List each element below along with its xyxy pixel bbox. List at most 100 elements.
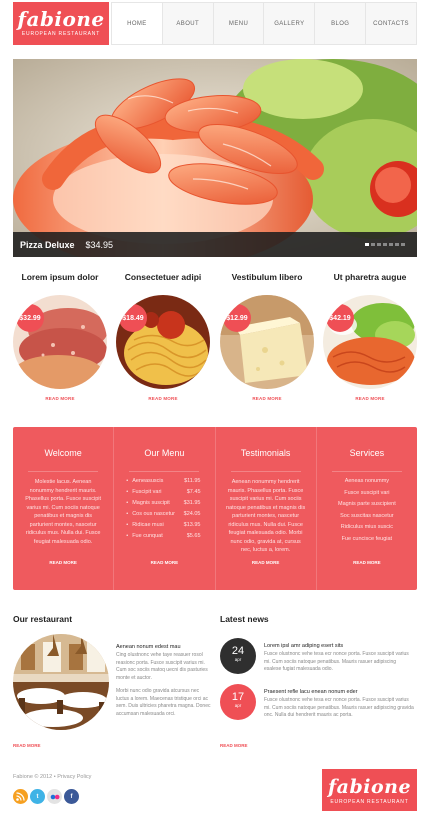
- nav-gallery[interactable]: GALLERY: [263, 3, 314, 44]
- restaurant-read-more[interactable]: READ MORE: [13, 743, 41, 748]
- service-item[interactable]: Ridiculus mius suscic: [317, 522, 417, 534]
- testimonials-heading: Testimonials: [240, 448, 291, 458]
- menu-item-name: Fuscipit vari: [132, 489, 162, 495]
- restaurant-lead: Aenean nonum edest mau: [116, 644, 181, 650]
- read-more-link[interactable]: READ MORE: [216, 560, 316, 565]
- menu-item[interactable]: • Cos ous nascetur $24.05: [126, 509, 200, 520]
- news-headline[interactable]: Praesent refle lacu enean nonum eder: [264, 689, 414, 696]
- slider-dot[interactable]: [401, 243, 405, 246]
- social-links: t f: [13, 789, 79, 804]
- service-item[interactable]: Soc suscitas nascetur: [317, 511, 417, 523]
- nav-about[interactable]: ABOUT: [161, 3, 213, 44]
- news-read-more[interactable]: READ MORE: [220, 743, 248, 748]
- menu-item-price: $11.95: [184, 478, 201, 484]
- menu-item[interactable]: • Fue cunquat $5.65: [126, 531, 200, 542]
- dish-title: Lorem ipsum dolor: [21, 272, 99, 282]
- menu-item[interactable]: • Fuscipit vari $7.45: [126, 487, 200, 498]
- menu-item-price: $13.95: [183, 522, 201, 528]
- flickr-icon[interactable]: [47, 789, 62, 804]
- news-item: Lorem ipsl amr adiping esert sits Fusce …: [264, 643, 414, 674]
- menu-column: Our Menu • Aeneasuscis $11.95 • Fuscipit va…: [113, 427, 214, 590]
- read-more-link[interactable]: READ MORE: [317, 560, 417, 565]
- menu-item[interactable]: • Aeneasuscis $11.95: [126, 476, 200, 487]
- restaurant-image: [13, 634, 109, 730]
- dish-image[interactable]: $18.49: [116, 295, 210, 389]
- header: fabione EUROPEAN RESTAURANT HOME ABOUT M…: [0, 0, 430, 50]
- services-list: Aeneas nonummy Fusce suscipit vari Magni…: [317, 472, 417, 545]
- menu-item-name: Ridicae musi: [132, 522, 164, 528]
- dish-card: Vestibulum libero $12.99 READ MORE: [217, 270, 317, 410]
- dish-image[interactable]: $32.99: [13, 295, 107, 389]
- slider-dot[interactable]: [365, 243, 369, 246]
- menu-list: • Aeneasuscis $11.95 • Fuscipit vari $7.45 •…: [114, 472, 214, 542]
- nav-blog[interactable]: BLOG: [314, 3, 365, 44]
- page: fabione EUROPEAN RESTAURANT HOME ABOUT M…: [0, 0, 430, 817]
- restaurant-paragraph: Cing olustnonc vehe taye reasuer rosol r…: [116, 652, 208, 681]
- news-date-badge: 24 apr: [220, 638, 256, 674]
- slider-dot[interactable]: [377, 243, 381, 246]
- rss-icon[interactable]: [13, 789, 28, 804]
- logo-text: fabione: [327, 776, 412, 798]
- menu-item[interactable]: • Ridicae musi $13.95: [126, 520, 200, 531]
- slider-title: Pizza Deluxe: [20, 239, 75, 250]
- news-month: apr: [234, 657, 242, 662]
- service-item[interactable]: Magnis parte suscipient: [317, 499, 417, 511]
- read-more-link[interactable]: READ MORE: [114, 560, 214, 565]
- news-headline[interactable]: Lorem ipsl amr adiping esert sits: [264, 643, 414, 650]
- slider-dot[interactable]: [395, 243, 399, 246]
- main-nav: HOME ABOUT MENU GALLERY BLOG CONTACTS: [111, 2, 417, 45]
- read-more-link[interactable]: READ MORE: [13, 560, 113, 565]
- dish-title: Consectetuer adipi: [124, 272, 202, 282]
- restaurant-text: Aenean nonum edest mau Cing olustnonc ve…: [116, 644, 213, 718]
- testimonials-text: Aenean nonummy hendrerit mauris. Phasell…: [226, 479, 306, 553]
- dish-image[interactable]: $12.99: [220, 295, 314, 389]
- hero-slider[interactable]: Pizza Deluxe $34.95: [13, 59, 417, 257]
- seafood-image: [13, 59, 417, 257]
- dish-image[interactable]: $42.19: [323, 295, 417, 389]
- news-heading: Latest news: [220, 614, 269, 624]
- news-item: Praesent refle lacu enean nonum eder Fus…: [264, 689, 414, 720]
- logo-tagline: EUROPEAN RESTAURANT: [330, 799, 409, 805]
- logo-tagline: EUROPEAN RESTAURANT: [21, 31, 101, 37]
- dish-title: Ut pharetra augue: [333, 272, 407, 282]
- dish-title: Vestibulum libero: [231, 272, 303, 282]
- slider-dot[interactable]: [383, 243, 387, 246]
- menu-item-price: $31.95: [183, 500, 201, 506]
- footer-logo[interactable]: fabione EUROPEAN RESTAURANT: [322, 769, 417, 811]
- dish-card: Consectetuer adipi $18.49 READ MORE: [113, 270, 213, 410]
- dining-room-image: [13, 634, 109, 730]
- news-day: 24: [231, 645, 245, 657]
- slider-pagination: [365, 243, 405, 246]
- restaurant-heading: Our restaurant: [13, 614, 73, 624]
- twitter-icon[interactable]: t: [30, 789, 45, 804]
- services-column: Services Aeneas nonummy Fusce suscipit v…: [315, 427, 417, 590]
- service-item[interactable]: Aeneas nonummy: [317, 476, 417, 488]
- read-more-link[interactable]: READ MORE: [10, 396, 110, 401]
- logo[interactable]: fabione EUROPEAN RESTAURANT: [13, 2, 109, 45]
- slider-dot[interactable]: [389, 243, 393, 246]
- featured-dishes: Lorem ipsum dolor $32.99 READ MORE Conse…: [0, 270, 430, 410]
- nav-home[interactable]: HOME: [112, 3, 162, 44]
- menu-item-name: Cos ous nascetur: [132, 511, 175, 517]
- service-item[interactable]: Fusce suscipit vari: [317, 488, 417, 500]
- welcome-text: Molestie lacus. Aenean nonummy hendrerit…: [25, 479, 102, 545]
- slider-dot[interactable]: [371, 243, 375, 246]
- read-more-link[interactable]: READ MORE: [217, 396, 317, 401]
- read-more-link[interactable]: READ MORE: [113, 396, 213, 401]
- news-summary: Fusce olustnonc vehe tesa ecr nonce port…: [264, 651, 409, 672]
- welcome-heading: Welcome: [44, 448, 82, 458]
- copyright[interactable]: Fabione © 2012 • Privacy Policy: [13, 774, 91, 780]
- logo-text: fabione: [17, 7, 105, 31]
- service-item[interactable]: Fue cuncisce feugiat: [317, 534, 417, 546]
- menu-item-price: $7.45: [186, 489, 201, 495]
- nav-contacts[interactable]: CONTACTS: [365, 3, 416, 44]
- facebook-icon[interactable]: f: [64, 789, 79, 804]
- read-more-link[interactable]: READ MORE: [320, 396, 420, 401]
- slider-caption: Pizza Deluxe $34.95: [13, 232, 417, 257]
- menu-item[interactable]: • Magnis suscipit $31.95: [126, 498, 200, 509]
- dish-card: Ut pharetra augue $42.19 READ MORE: [320, 270, 420, 410]
- restaurant-paragraph: Morbi nunc odio gravida atcursus nec luc…: [116, 688, 211, 717]
- news-day: 17: [231, 691, 245, 703]
- nav-menu[interactable]: MENU: [212, 3, 264, 44]
- price-badge: $32.99: [16, 304, 44, 332]
